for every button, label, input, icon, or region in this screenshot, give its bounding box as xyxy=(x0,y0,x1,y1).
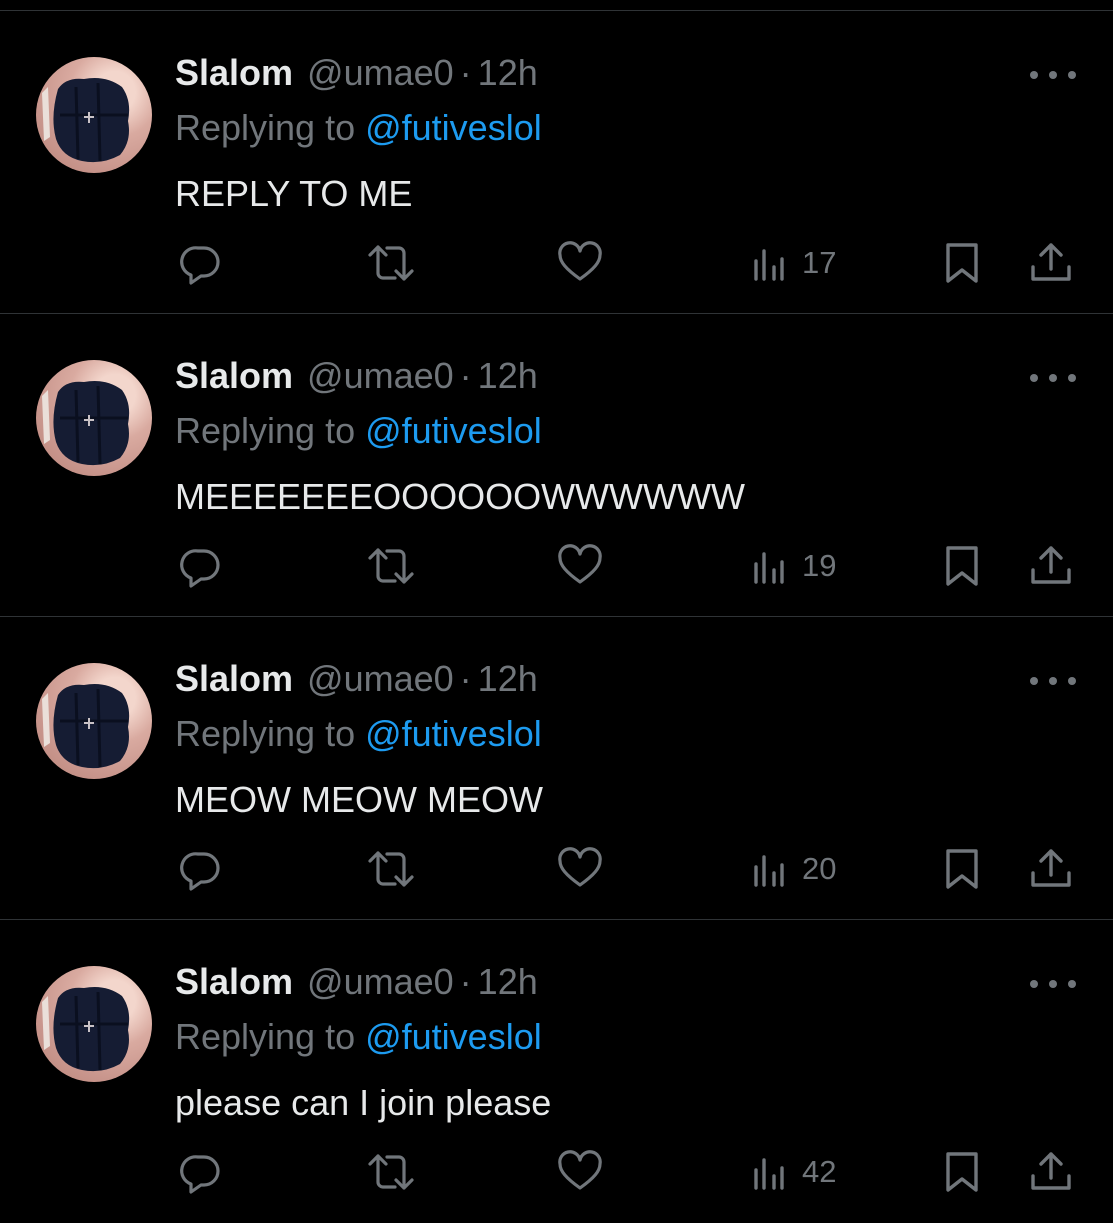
user-handle[interactable]: @umae0 xyxy=(307,355,454,397)
timestamp[interactable]: 12h xyxy=(478,658,538,700)
views-button[interactable]: 42 xyxy=(750,1148,836,1196)
tweet[interactable]: Slalom @umae0 · 12h Replying to @futives… xyxy=(0,11,1113,314)
replying-prefix: Replying to xyxy=(175,1016,366,1057)
separator-dot: · xyxy=(459,52,472,93)
replying-prefix: Replying to xyxy=(175,107,366,148)
avatar[interactable] xyxy=(36,966,152,1082)
mention-link[interactable]: @futiveslol xyxy=(365,1016,542,1057)
timestamp[interactable]: 12h xyxy=(478,355,538,397)
display-name[interactable]: Slalom xyxy=(175,355,293,397)
tweet-text: please can I join please xyxy=(175,1082,552,1123)
tweet[interactable]: Slalom @umae0 · 12h Replying to @futives… xyxy=(0,920,1113,1223)
tweet-header: Slalom @umae0 · 12h xyxy=(175,657,538,701)
views-count: 17 xyxy=(802,245,837,280)
views-icon xyxy=(754,855,784,887)
separator-dot: · xyxy=(459,658,472,699)
timestamp[interactable]: 12h xyxy=(478,961,538,1003)
avatar[interactable] xyxy=(36,663,152,779)
retweet-icon[interactable] xyxy=(364,239,418,287)
reply-icon[interactable] xyxy=(176,239,224,287)
reply-icon[interactable] xyxy=(176,542,224,590)
avatar[interactable] xyxy=(36,57,152,173)
action-bar: 20 xyxy=(0,845,1113,893)
retweet-icon[interactable] xyxy=(364,542,418,590)
tweet-text: REPLY TO ME xyxy=(175,173,413,214)
separator-dot: · xyxy=(459,355,472,396)
share-icon[interactable] xyxy=(1028,1148,1074,1196)
like-icon[interactable] xyxy=(556,542,604,590)
like-icon[interactable] xyxy=(556,845,604,893)
bookmark-icon[interactable] xyxy=(942,542,982,590)
bookmark-icon[interactable] xyxy=(942,845,982,893)
action-bar: 17 xyxy=(0,239,1113,287)
share-icon[interactable] xyxy=(1028,239,1074,287)
views-count: 19 xyxy=(802,548,837,583)
display-name[interactable]: Slalom xyxy=(175,658,293,700)
tweet[interactable]: Slalom @umae0 · 12h Replying to @futives… xyxy=(0,314,1113,617)
views-icon xyxy=(754,552,784,584)
tweet[interactable]: Slalom @umae0 · 12h Replying to @futives… xyxy=(0,617,1113,920)
mention-link[interactable]: @futiveslol xyxy=(365,107,542,148)
bookmark-icon[interactable] xyxy=(942,239,982,287)
replying-prefix: Replying to xyxy=(175,713,366,754)
bookmark-icon[interactable] xyxy=(942,1148,982,1196)
replying-to: Replying to @futiveslol xyxy=(175,1016,542,1058)
retweet-icon[interactable] xyxy=(364,845,418,893)
share-icon[interactable] xyxy=(1028,542,1074,590)
user-handle[interactable]: @umae0 xyxy=(307,961,454,1003)
more-icon[interactable] xyxy=(1030,669,1076,693)
tweet-header: Slalom @umae0 · 12h xyxy=(175,51,538,95)
more-icon[interactable] xyxy=(1030,63,1076,87)
views-icon xyxy=(754,249,784,281)
mention-link[interactable]: @futiveslol xyxy=(365,410,542,451)
user-handle[interactable]: @umae0 xyxy=(307,52,454,94)
action-bar: 19 xyxy=(0,542,1113,590)
views-button[interactable]: 20 xyxy=(750,845,836,893)
views-button[interactable]: 17 xyxy=(750,239,836,287)
tweet-header: Slalom @umae0 · 12h xyxy=(175,354,538,398)
retweet-icon[interactable] xyxy=(364,1148,418,1196)
tweet-text: MEEEEEEEOOOOOOWWWWWW xyxy=(175,476,745,517)
reply-icon[interactable] xyxy=(176,1148,224,1196)
replying-prefix: Replying to xyxy=(175,410,366,451)
replying-to: Replying to @futiveslol xyxy=(175,107,542,149)
tweet-header: Slalom @umae0 · 12h xyxy=(175,960,538,1004)
views-button[interactable]: 19 xyxy=(750,542,836,590)
avatar[interactable] xyxy=(36,360,152,476)
tweet-text: MEOW MEOW MEOW xyxy=(175,779,543,820)
more-icon[interactable] xyxy=(1030,972,1076,996)
display-name[interactable]: Slalom xyxy=(175,961,293,1003)
views-icon xyxy=(754,1158,784,1190)
mention-link[interactable]: @futiveslol xyxy=(365,713,542,754)
share-icon[interactable] xyxy=(1028,845,1074,893)
like-icon[interactable] xyxy=(556,239,604,287)
separator-dot: · xyxy=(459,961,472,1002)
views-count: 20 xyxy=(802,851,837,886)
action-bar: 42 xyxy=(0,1148,1113,1196)
more-icon[interactable] xyxy=(1030,366,1076,390)
views-count: 42 xyxy=(802,1154,837,1189)
replying-to: Replying to @futiveslol xyxy=(175,713,542,755)
timestamp[interactable]: 12h xyxy=(478,52,538,94)
display-name[interactable]: Slalom xyxy=(175,52,293,94)
user-handle[interactable]: @umae0 xyxy=(307,658,454,700)
replying-to: Replying to @futiveslol xyxy=(175,410,542,452)
like-icon[interactable] xyxy=(556,1148,604,1196)
reply-icon[interactable] xyxy=(176,845,224,893)
